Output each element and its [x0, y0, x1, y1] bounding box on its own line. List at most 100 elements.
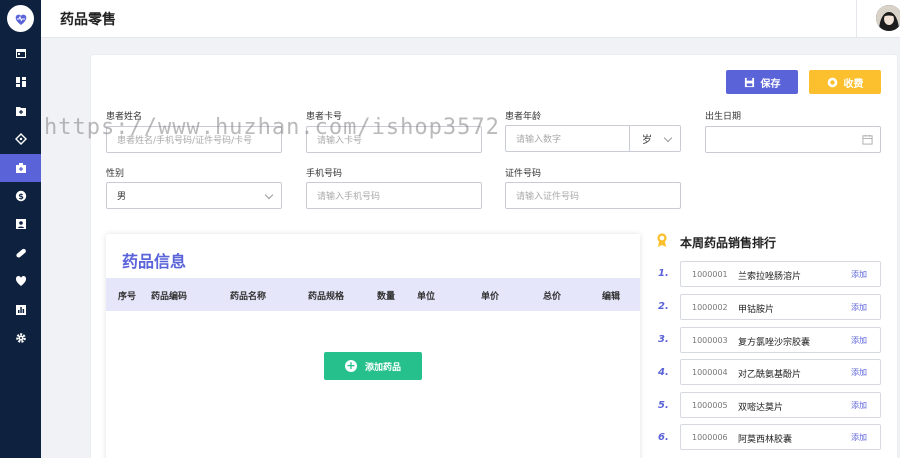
phone-placeholder: 请输入手机号码 — [317, 192, 381, 202]
gender-label: 性别 — [106, 169, 125, 179]
bar-chart-icon — [15, 305, 26, 315]
medal-icon — [657, 233, 667, 247]
id-number-label: 证件号码 — [505, 169, 542, 179]
sidebar-item-settings[interactable] — [0, 324, 41, 352]
medicine-bag-icon — [15, 163, 26, 173]
sidebar: $ — [0, 0, 41, 458]
sidebar-item-folder[interactable] — [0, 97, 41, 125]
add-medicine-label: 添加药品 — [364, 362, 401, 373]
ranking-item-name: 对乙酰氨基酚片 — [738, 370, 802, 380]
rank-number: 6. — [658, 432, 669, 443]
patient-age-label: 患者年龄 — [505, 112, 542, 122]
column-header: 序号 — [118, 292, 137, 302]
ranking-item-code: 1000006 — [692, 433, 728, 442]
plus-circle-icon: + — [344, 359, 357, 372]
charge-button[interactable]: 收费 — [809, 70, 881, 94]
ranking-add-link[interactable]: 添加 — [851, 400, 867, 411]
ranking-item-code: 1000002 — [692, 303, 728, 312]
charge-button-label: 收费 — [843, 78, 864, 90]
birth-date-label: 出生日期 — [705, 112, 742, 122]
ranking-item-name: 兰索拉唑肠溶片 — [738, 272, 802, 282]
gear-icon — [15, 333, 26, 343]
rank-number: 5. — [658, 400, 669, 411]
ranking-item-code: 1000001 — [692, 270, 728, 279]
id-number-input[interactable]: 请输入证件号码 — [505, 182, 681, 209]
phone-label: 手机号码 — [306, 169, 343, 179]
user-avatar[interactable] — [876, 5, 900, 31]
ranking-item: 1000003 复方氯唑沙宗胶囊 添加 — [680, 327, 881, 353]
avatar-image — [876, 5, 900, 31]
rank-number: 3. — [658, 334, 669, 345]
column-header: 总价 — [543, 292, 562, 302]
calendar-icon — [15, 49, 26, 58]
dollar-icon: $ — [15, 190, 26, 202]
heart-pulse-icon — [15, 14, 26, 25]
column-header: 药品规格 — [308, 292, 345, 302]
id-number-placeholder: 请输入证件号码 — [516, 192, 580, 202]
medicine-table-header: 序号 药品编码 药品名称 药品规格 数量 单位 单价 总价 编辑 — [106, 278, 640, 311]
dashboard-icon — [15, 77, 26, 87]
column-header: 数量 — [377, 292, 396, 302]
watermark-text: https://www.huzhan.com/ishop3572 — [44, 115, 500, 140]
column-header: 单位 — [417, 292, 436, 302]
rank-number: 2. — [658, 301, 669, 312]
ranking-item-name: 甲钴胺片 — [738, 305, 775, 315]
sidebar-item-tag[interactable] — [0, 125, 41, 153]
ranking-item: 1000006 阿莫西林胶囊 添加 — [680, 424, 881, 450]
ranking-add-link[interactable]: 添加 — [851, 335, 867, 346]
column-header: 单价 — [481, 292, 500, 302]
calendar-icon — [862, 134, 873, 145]
chevron-down-icon — [264, 190, 274, 200]
contact-card-icon — [15, 219, 26, 229]
sidebar-item-medicine[interactable] — [0, 154, 41, 182]
medicine-panel-title: 药品信息 — [122, 252, 187, 271]
phone-input[interactable]: 请输入手机号码 — [306, 182, 482, 209]
column-header: 药品名称 — [230, 292, 267, 302]
sidebar-item-pills[interactable] — [0, 239, 41, 267]
gender-value: 男 — [117, 192, 127, 202]
pill-icon — [15, 248, 26, 258]
patient-age-placeholder: 请输入数字 — [516, 135, 562, 145]
header-divider — [856, 0, 857, 38]
age-unit-value: 岁 — [642, 135, 652, 146]
rank-number: 1. — [658, 268, 669, 279]
save-button[interactable]: 保存 — [726, 70, 798, 94]
sidebar-item-patient[interactable] — [0, 210, 41, 238]
patient-age-input[interactable]: 请输入数字 岁 — [505, 125, 681, 152]
app-logo[interactable] — [7, 5, 34, 32]
ranking-item-code: 1000005 — [692, 401, 728, 410]
ranking-item: 1000004 对乙酰氨基酚片 添加 — [680, 359, 881, 385]
ranking-add-link[interactable]: 添加 — [851, 302, 867, 313]
ranking-item-code: 1000004 — [692, 368, 728, 377]
svg-text:$: $ — [18, 192, 24, 201]
sidebar-item-health[interactable] — [0, 267, 41, 295]
ranking-item: 1000002 甲钴胺片 添加 — [680, 294, 881, 320]
rank-number: 4. — [658, 367, 669, 378]
sidebar-item-stats[interactable] — [0, 296, 41, 324]
folder-plus-icon — [15, 107, 26, 116]
ranking-item-name: 阿莫西林胶囊 — [738, 435, 793, 445]
medicine-panel: 药品信息 序号 药品编码 药品名称 药品规格 数量 单位 单价 总价 编辑 + … — [106, 234, 640, 458]
ranking-item: 1000005 双嘧达莫片 添加 — [680, 392, 881, 418]
ranking-add-link[interactable]: 添加 — [851, 432, 867, 443]
chevron-down-icon — [663, 133, 673, 143]
ranking-title: 本周药品销售排行 — [680, 236, 777, 250]
ranking-item-code: 1000003 — [692, 336, 728, 345]
birth-date-input[interactable] — [705, 126, 881, 153]
ranking-add-link[interactable]: 添加 — [851, 367, 867, 378]
ranking-item: 1000001 兰索拉唑肠溶片 添加 — [680, 261, 881, 287]
coin-icon — [827, 77, 837, 87]
sidebar-item-calendar[interactable] — [0, 39, 41, 67]
age-unit-select[interactable]: 岁 — [629, 126, 680, 151]
sidebar-item-billing[interactable]: $ — [0, 182, 41, 210]
ranking-add-link[interactable]: 添加 — [851, 269, 867, 280]
save-icon — [744, 77, 754, 87]
sidebar-item-dashboard[interactable] — [0, 68, 41, 96]
column-header: 药品编码 — [151, 292, 188, 302]
gender-select[interactable]: 男 — [106, 182, 282, 209]
ranking-item-name: 双嘧达莫片 — [738, 403, 784, 413]
tag-icon — [14, 133, 27, 145]
add-medicine-button[interactable]: + 添加药品 — [324, 352, 422, 380]
ranking-item-name: 复方氯唑沙宗胶囊 — [738, 338, 811, 348]
column-header: 编辑 — [602, 292, 621, 302]
